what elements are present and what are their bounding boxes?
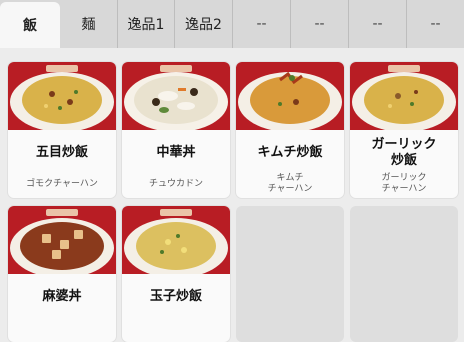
menu-item-gomoku-chahan[interactable]: 五目炒飯 ゴモクチャーハン — [8, 62, 116, 198]
kimchi-fried-rice-photo — [236, 62, 344, 130]
tab-label: -- — [314, 16, 325, 32]
tab-specialty-2[interactable]: 逸品2 — [175, 0, 233, 48]
menu-item-name: キムチ炒飯 — [257, 145, 323, 160]
menu-item-name: ガーリック 炒飯 — [371, 137, 437, 168]
menu-item-name: 玉子炒飯 — [149, 289, 202, 304]
tab-label: 飯 — [23, 18, 37, 34]
menu-item-reading — [122, 314, 230, 342]
tab-label: -- — [430, 16, 441, 32]
tab-label: 逸品1 — [127, 17, 165, 33]
menu-grid: 五目炒飯 ゴモクチャーハン 中華丼 チュウカドン キムチ炒飯 キムチ チャーハン… — [8, 62, 464, 342]
tab-specialty-1[interactable]: 逸品1 — [118, 0, 175, 48]
menu-item-tamago-chahan[interactable]: 玉子炒飯 — [122, 206, 230, 342]
menu-item-chukadon[interactable]: 中華丼 チュウカドン — [122, 62, 230, 198]
tab-noodles[interactable]: 麺 — [60, 0, 118, 48]
menu-item-reading: キムチ チャーハン — [267, 173, 313, 194]
tab-label: 逸品2 — [185, 17, 222, 33]
chukadon-photo — [122, 62, 230, 130]
empty-menu-slot — [350, 206, 458, 342]
tab-empty-7[interactable]: -- — [349, 0, 407, 48]
garlic-fried-rice-photo — [350, 62, 458, 130]
tab-empty-6[interactable]: -- — [291, 0, 349, 48]
tab-empty-8[interactable]: -- — [407, 0, 464, 48]
mabo-don-photo — [8, 206, 116, 274]
menu-item-kimchi-chahan[interactable]: キムチ炒飯 キムチ チャーハン — [236, 62, 344, 198]
menu-item-reading: ゴモクチャーハン — [26, 178, 98, 189]
fried-rice-photo — [8, 62, 116, 130]
menu-item-reading: チュウカドン — [148, 178, 203, 189]
menu-item-name: 中華丼 — [156, 145, 196, 160]
menu-item-reading — [8, 314, 116, 342]
menu-item-garlic-chahan[interactable]: ガーリック 炒飯 ガーリック チャーハン — [350, 62, 458, 198]
tab-label: 麺 — [81, 17, 96, 33]
menu-item-name: 五目炒飯 — [35, 145, 88, 160]
tab-label: -- — [372, 16, 383, 32]
egg-fried-rice-photo — [122, 206, 230, 274]
tab-empty-5[interactable]: -- — [233, 0, 291, 48]
menu-item-reading: ガーリック チャーハン — [381, 173, 427, 194]
tab-rice[interactable]: 飯 — [0, 2, 60, 48]
menu-item-mabodon[interactable]: 麻婆丼 — [8, 206, 116, 342]
menu-item-name: 麻婆丼 — [42, 289, 82, 304]
category-tab-bar: 飯 麺 逸品1 逸品2 -- -- -- -- — [0, 0, 464, 48]
empty-menu-slot — [236, 206, 344, 342]
tab-label: -- — [256, 16, 267, 32]
